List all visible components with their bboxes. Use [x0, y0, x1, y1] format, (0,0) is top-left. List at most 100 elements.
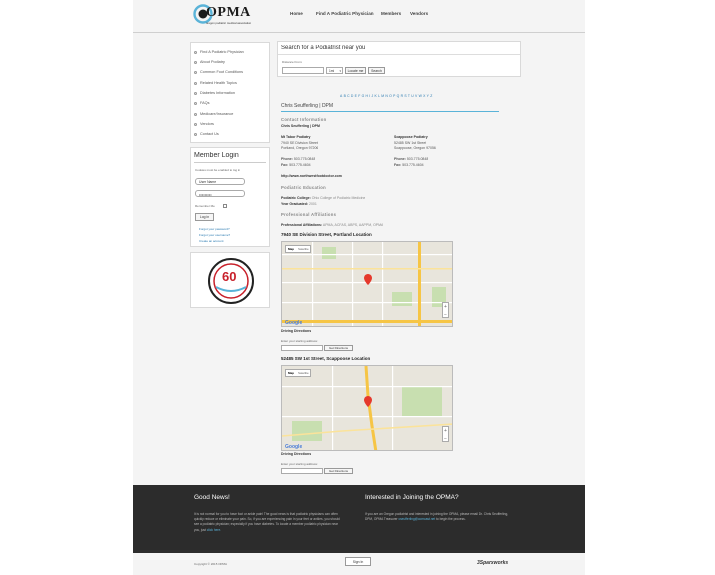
sidebar-item-health-topics[interactable]: Related Health Topics: [194, 81, 237, 85]
remember-checkbox[interactable]: [223, 204, 227, 208]
letter-z[interactable]: Z: [430, 94, 432, 100]
footer-left-text: It is not normal for you to have foot or…: [194, 512, 340, 532]
profile-name: Chris Seufferling | DPM: [281, 103, 334, 109]
chevron-down-icon: ▾: [339, 69, 341, 73]
sidebar-item-conditions[interactable]: Common Foot Conditions: [194, 70, 243, 74]
map-roads-icon: [282, 366, 452, 450]
sign-in-button[interactable]: Sign In: [345, 557, 371, 566]
letter-m[interactable]: M: [381, 94, 384, 100]
location1-map[interactable]: Map Satellite + − Google: [281, 241, 453, 327]
bullet-icon: [194, 81, 197, 85]
sidebar-item-vendors[interactable]: Vendors: [194, 122, 214, 126]
location1-address-input[interactable]: [281, 345, 323, 351]
sidebar-item-faqs[interactable]: FAQs: [194, 101, 210, 105]
login-button[interactable]: Log in: [195, 213, 214, 221]
search-button[interactable]: Search: [368, 67, 385, 74]
letter-j[interactable]: J: [372, 94, 374, 100]
zoom-control[interactable]: + −: [442, 302, 449, 318]
map-type-control[interactable]: Map Satellite: [285, 245, 311, 253]
office2-phone: Phone: 503.775.0848: [394, 157, 429, 161]
forgot-username-link[interactable]: Forgot your username?: [199, 233, 230, 237]
letter-t[interactable]: T: [408, 94, 410, 100]
letter-c[interactable]: C: [347, 94, 349, 100]
letter-y[interactable]: Y: [427, 94, 429, 100]
logo[interactable]: OPMA oregon podiatric medical associatio…: [193, 4, 265, 28]
letter-k[interactable]: K: [375, 94, 377, 100]
map-tab[interactable]: Map: [288, 246, 294, 253]
letter-f[interactable]: F: [358, 94, 360, 100]
office2-name: Scappoose Podiatry: [394, 135, 428, 139]
location2-directions-button[interactable]: Get Directions: [324, 468, 353, 474]
office2-line1: 52485 SW 1st Street: [394, 141, 427, 145]
letter-e[interactable]: E: [355, 94, 357, 100]
satellite-tab[interactable]: Satellite: [298, 246, 309, 253]
letter-o[interactable]: O: [389, 94, 392, 100]
education-heading: Podiatric Education: [281, 185, 327, 190]
sidebar-item-contact[interactable]: Contact Us: [194, 132, 219, 136]
office1-line2: Portland, Oregon 97206: [281, 146, 319, 150]
letter-w[interactable]: W: [419, 94, 422, 100]
sidebar-item-about[interactable]: About Podiatry: [194, 60, 225, 64]
search-title: Search for a Podiatrist near you: [281, 45, 366, 51]
letter-u[interactable]: U: [411, 94, 413, 100]
create-account-link[interactable]: Create an account: [199, 239, 224, 243]
nav-vendors[interactable]: Vendors: [410, 11, 428, 16]
bullet-icon: [194, 112, 197, 116]
sidebar-item-medicare[interactable]: Medicare/Insurance: [194, 112, 233, 116]
footer-right-title: Interested in Joining the OPMA?: [365, 494, 459, 501]
footer-right-text: If you are an Oregon podiatrist and inte…: [365, 512, 509, 522]
footer-email-link[interactable]: cseufferling@comcast.net: [398, 517, 435, 521]
letter-p[interactable]: P: [393, 94, 395, 100]
footer-click-here-link[interactable]: click here.: [207, 528, 221, 532]
bullet-icon: [194, 50, 197, 54]
letter-n[interactable]: N: [385, 94, 387, 100]
login-divider: [194, 162, 266, 163]
address-input[interactable]: [282, 67, 324, 74]
zoom-control[interactable]: + −: [442, 426, 449, 442]
site-header: OPMA oregon podiatric medical associatio…: [133, 0, 585, 33]
website-link[interactable]: http://www.northwestfootdoctor.com: [281, 174, 342, 178]
logo-text: OPMA: [206, 5, 251, 20]
location1-directions-button[interactable]: Get Directions: [324, 345, 353, 351]
letter-h[interactable]: H: [366, 94, 368, 100]
bullet-icon: [194, 91, 197, 95]
letter-a[interactable]: A: [340, 94, 342, 100]
site-footer: Good News! It is not normal for you to h…: [133, 485, 585, 553]
letter-l[interactable]: L: [378, 94, 380, 100]
letter-x[interactable]: X: [423, 94, 425, 100]
login-note: Cookies must be enabled to log in: [195, 168, 241, 172]
letter-d[interactable]: D: [351, 94, 353, 100]
location1-driving: Driving Directions: [281, 329, 312, 333]
sidebar-menu: Find A Podiatric Physician About Podiatr…: [190, 42, 270, 143]
location2-map[interactable]: Map Satellite + − Google: [281, 365, 453, 451]
letter-v[interactable]: V: [415, 94, 417, 100]
nav-members[interactable]: Members: [381, 11, 401, 16]
affiliations-row: Professional Affiliations: APMA, ACFAS, …: [281, 223, 384, 227]
nav-find-physician[interactable]: Find A Podiatric Physician: [316, 11, 374, 16]
sidebar-item-diabetes[interactable]: Diabetes Information: [194, 91, 235, 95]
letter-r[interactable]: R: [401, 94, 403, 100]
map-tab[interactable]: Map: [288, 370, 294, 377]
letter-i[interactable]: I: [369, 94, 370, 100]
letter-g[interactable]: G: [362, 94, 365, 100]
letter-q[interactable]: Q: [397, 94, 400, 100]
forgot-password-link[interactable]: Forgot your password?: [199, 227, 230, 231]
satellite-tab[interactable]: Satellite: [298, 370, 309, 377]
footer-left-title: Good News!: [194, 494, 230, 501]
password-input[interactable]: •••••••••: [195, 190, 245, 197]
username-input[interactable]: User Name: [195, 178, 245, 185]
location1-address-label: Enter your starting address:: [281, 339, 318, 343]
year-row: Year Graduated: 2001: [281, 202, 317, 206]
search-panel: Search for a Podiatrist near you Distanc…: [277, 41, 521, 77]
letter-b[interactable]: B: [344, 94, 346, 100]
sidebar-item-find-physician[interactable]: Find A Podiatric Physician: [194, 50, 244, 54]
map-type-control[interactable]: Map Satellite: [285, 369, 311, 377]
distance-select[interactable]: 1mi ▾: [326, 67, 343, 74]
locate-me-button[interactable]: Locate me: [345, 67, 366, 74]
bullet-icon: [194, 101, 197, 105]
letter-s[interactable]: S: [404, 94, 406, 100]
location2-address-input[interactable]: [281, 468, 323, 474]
nav-home[interactable]: Home: [290, 11, 303, 16]
brand-logo: 3Sparxworks: [477, 560, 509, 566]
location2-title: 52485 SW 1st Street, Scappoose Location: [281, 356, 371, 361]
